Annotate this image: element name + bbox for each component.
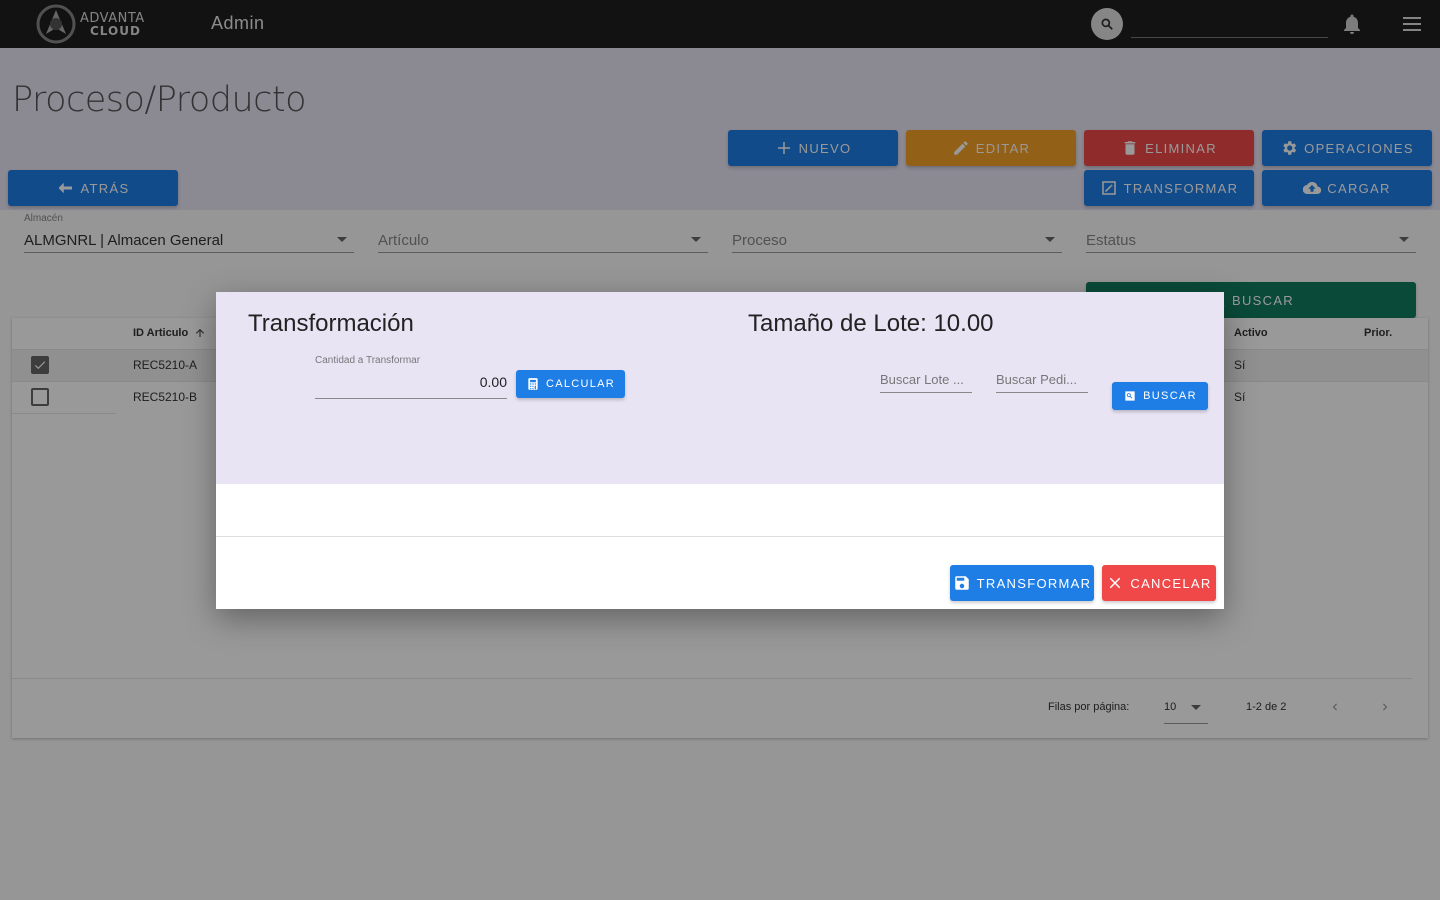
dialog-title: Transformación [248, 310, 414, 337]
transform-confirm-label: TRANSFORMAR [976, 575, 1092, 591]
quantity-input[interactable]: 0.00 [315, 374, 507, 390]
transform-dialog: Transformación Tamaño de Lote: 10.00 Can… [216, 292, 1224, 609]
search-lot-input[interactable]: Buscar Lote ... [880, 372, 964, 387]
calculate-button[interactable]: CALCULAR [516, 370, 625, 398]
lot-size-label: Tamaño de Lote: 10.00 [748, 310, 994, 337]
dialog-footer-divider [216, 536, 1224, 537]
quantity-input-underline [315, 398, 507, 399]
calculator-icon [528, 378, 538, 390]
search-box-icon [1125, 391, 1135, 401]
search-lot-underline [880, 392, 972, 393]
dialog-search-button[interactable]: BUSCAR [1112, 382, 1208, 410]
save-icon [954, 576, 969, 590]
dialog-search-label: BUSCAR [1143, 390, 1197, 402]
cancel-button-label: CANCELAR [1130, 575, 1212, 591]
search-order-input[interactable]: Buscar Pedi... [996, 372, 1077, 387]
calculate-button-label: CALCULAR [545, 378, 616, 390]
search-order-underline [996, 392, 1088, 393]
quantity-label: Cantidad a Transformar [315, 355, 421, 366]
cancel-button[interactable]: CANCELAR [1102, 565, 1216, 601]
close-icon [1110, 577, 1121, 589]
transform-confirm-button[interactable]: TRANSFORMAR [950, 565, 1094, 601]
